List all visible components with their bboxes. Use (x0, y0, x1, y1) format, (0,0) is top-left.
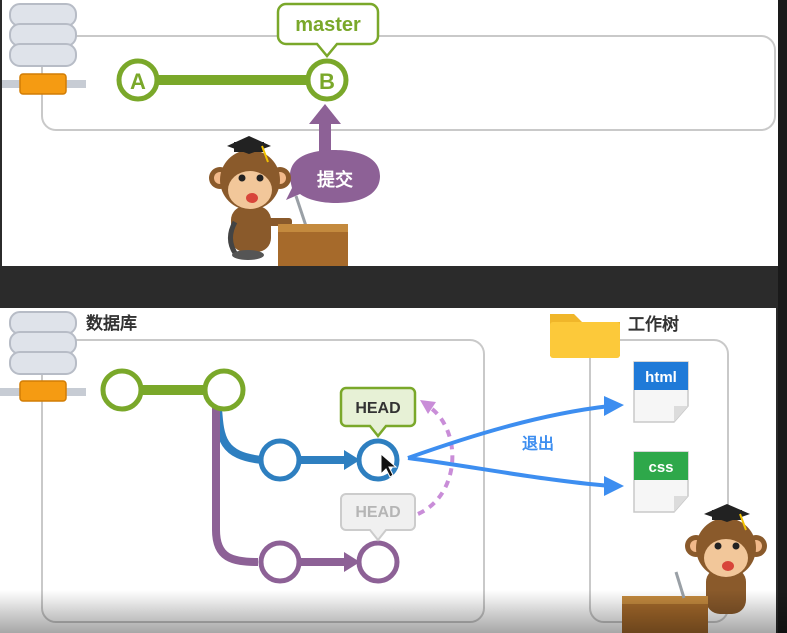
commit-speech-bubble: 提交 (286, 150, 380, 203)
commit-b: B (305, 58, 349, 102)
repository-label: 数据库 (86, 313, 137, 333)
desk-icon (622, 571, 708, 633)
blue-branch-path (214, 407, 263, 464)
checkout-arrow-html (407, 404, 611, 460)
top-diagram: A B master 提交 (2, 2, 776, 266)
commit-node (100, 368, 144, 412)
top-panel: A B master 提交 (2, 0, 778, 266)
commit-node (258, 438, 302, 482)
commit-a-label: A (130, 69, 146, 94)
head-inactive-label: HEAD (355, 504, 400, 521)
right-edge-strip (778, 0, 787, 633)
worktree-label: 工作树 (628, 314, 679, 334)
master-label: master (295, 14, 361, 36)
checkout-arrow-css (407, 456, 611, 488)
commit-node (356, 540, 400, 584)
database-icon (2, 3, 86, 95)
css-file-icon: css (633, 451, 689, 513)
arrowhead-css (604, 476, 624, 496)
commit-node (258, 540, 302, 584)
arrowhead-html (604, 396, 624, 416)
commit-b-label: B (319, 69, 335, 94)
html-file-icon: html (633, 361, 689, 423)
commit-label: 提交 (317, 169, 353, 190)
database-icon (0, 311, 86, 402)
bottom-panel: 数据库 工作树 HEAD HEAD 退出 html css (0, 308, 776, 633)
head-tag-active: HEAD (339, 386, 417, 439)
checkout-label: 退出 (522, 434, 554, 453)
bottom-diagram: 数据库 工作树 HEAD HEAD 退出 html css (0, 311, 767, 633)
commit-node (202, 368, 246, 412)
desk-icon (278, 195, 348, 266)
head-active-label: HEAD (355, 400, 400, 417)
css-file-label: css (648, 459, 673, 476)
folder-icon (550, 314, 620, 358)
head-tag-inactive: HEAD (340, 493, 416, 542)
commit-a: A (116, 58, 160, 102)
html-file-label: html (645, 369, 677, 386)
master-branch-tag: master (276, 2, 380, 58)
